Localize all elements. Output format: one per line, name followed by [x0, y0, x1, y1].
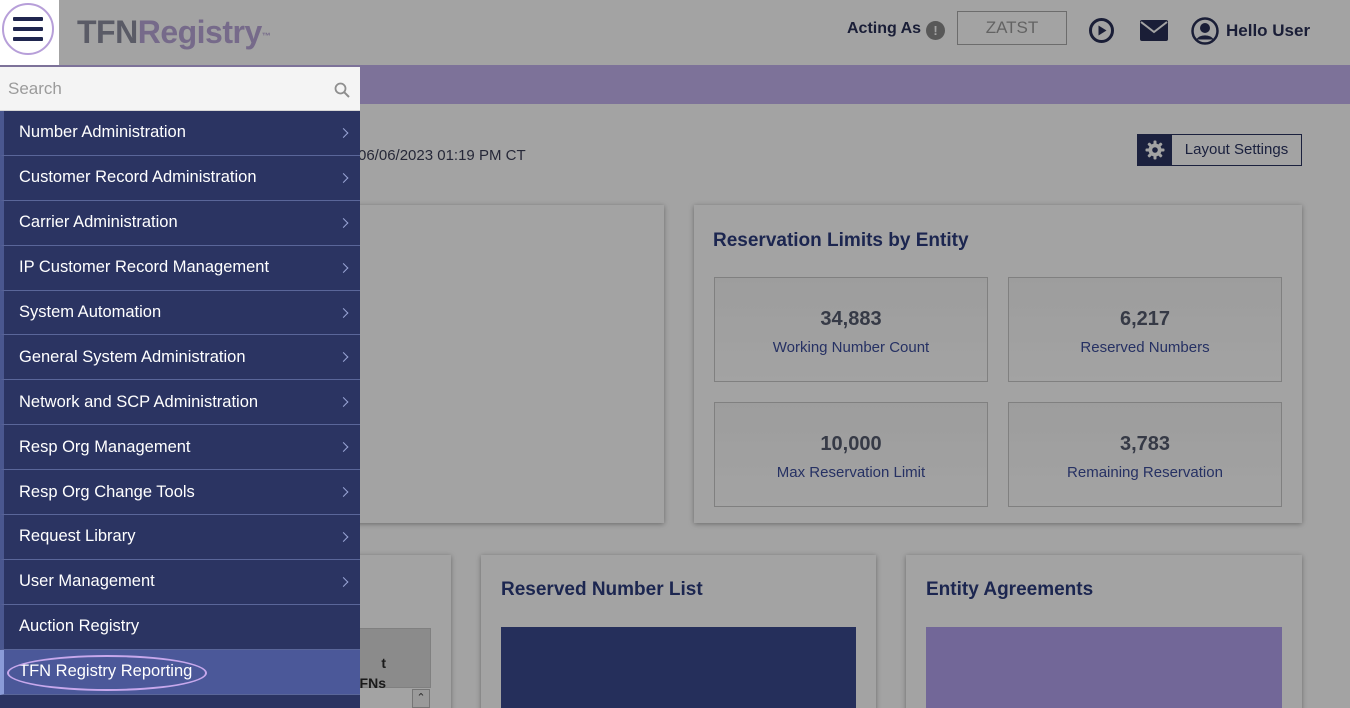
- menu-item-label: General System Administration: [19, 347, 246, 366]
- menu-item-ip-customer-record-management[interactable]: IP Customer Record Management: [0, 245, 360, 291]
- menu-item-customer-record-administration[interactable]: Customer Record Administration: [0, 155, 360, 201]
- menu-item-general-system-administration[interactable]: General System Administration: [0, 335, 360, 381]
- chevron-right-icon: [338, 576, 349, 587]
- menu-item-label: Request Library: [19, 527, 136, 546]
- menu-item-label: Customer Record Administration: [19, 168, 257, 187]
- menu-item-label: IP Customer Record Management: [19, 258, 270, 277]
- side-navigation-menu: Number Administration Customer Record Ad…: [0, 67, 360, 708]
- menu-item-label: User Management: [19, 572, 155, 591]
- chevron-right-icon: [338, 262, 349, 273]
- menu-item-tfn-registry-reporting[interactable]: TFN Registry Reporting: [0, 649, 360, 695]
- chevron-right-icon: [338, 487, 349, 498]
- menu-item-resp-org-change-tools[interactable]: Resp Org Change Tools: [0, 470, 360, 516]
- chevron-right-icon: [338, 217, 349, 228]
- menu-item-label: Number Administration: [19, 123, 186, 142]
- menu-toggle-area: [0, 0, 59, 65]
- search-icon[interactable]: [334, 82, 350, 98]
- menu-search: [0, 67, 360, 111]
- menu-item-carrier-administration[interactable]: Carrier Administration: [0, 200, 360, 246]
- menu-item-network-and-scp-administration[interactable]: Network and SCP Administration: [0, 380, 360, 426]
- chevron-right-icon: [338, 532, 349, 542]
- menu-item-resp-org-management[interactable]: Resp Org Management: [0, 425, 360, 471]
- menu-item-auction-registry[interactable]: Auction Registry: [0, 604, 360, 650]
- menu-item-label: Resp Org Management: [19, 437, 191, 456]
- hamburger-menu-icon[interactable]: [2, 3, 54, 55]
- chevron-right-icon: [338, 172, 349, 183]
- chevron-right-icon: [338, 397, 349, 408]
- menu-item-number-administration[interactable]: Number Administration: [0, 111, 360, 156]
- chevron-right-icon: [338, 352, 349, 363]
- menu-item-label: Network and SCP Administration: [19, 392, 259, 411]
- chevron-right-icon: [338, 127, 349, 138]
- menu-item-user-management[interactable]: User Management: [0, 559, 360, 605]
- chevron-right-icon: [338, 307, 349, 318]
- menu-item-system-automation[interactable]: System Automation: [0, 290, 360, 336]
- menu-item-request-library[interactable]: Request Library: [0, 515, 360, 560]
- menu-item-label: Resp Org Change Tools: [19, 482, 195, 501]
- chevron-right-icon: [338, 442, 349, 453]
- menu-item-label: Auction Registry: [19, 617, 140, 636]
- menu-item-label: System Automation: [19, 303, 162, 321]
- menu-item-label: Carrier Administration: [19, 213, 178, 232]
- search-input[interactable]: [0, 67, 320, 110]
- menu-item-label: TFN Registry Reporting: [19, 662, 193, 681]
